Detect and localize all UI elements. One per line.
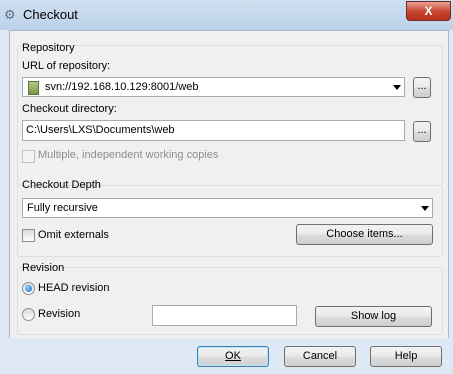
url-value: svn://192.168.10.129:8001/web: [45, 81, 199, 93]
button-bar: OK Cancel Help: [0, 338, 453, 374]
help-button[interactable]: Help: [370, 346, 442, 367]
depth-value: Fully recursive: [27, 202, 98, 214]
show-log-button[interactable]: Show log: [315, 306, 432, 327]
cancel-button[interactable]: Cancel: [284, 346, 356, 367]
omit-externals-label: Omit externals: [38, 229, 109, 241]
depth-combobox[interactable]: Fully recursive: [22, 198, 433, 218]
head-revision-label: HEAD revision: [38, 282, 110, 294]
url-label: URL of repository:: [22, 60, 111, 72]
revision-group-label: Revision: [22, 262, 65, 274]
chevron-down-icon[interactable]: [393, 85, 401, 90]
checkout-depth-group: [17, 185, 443, 257]
revision-number-input[interactable]: [152, 305, 297, 326]
checkout-dir-browse-button[interactable]: ...: [413, 121, 431, 142]
multiple-copies-label: Multiple, independent working copies: [38, 149, 219, 161]
choose-items-button[interactable]: Choose items...: [296, 224, 433, 245]
revision-label: Revision: [38, 308, 81, 320]
multiple-copies-checkbox[interactable]: [22, 150, 35, 163]
close-button[interactable]: X: [406, 1, 451, 21]
ok-button-label: OK: [225, 350, 241, 362]
window-title: Checkout: [23, 7, 78, 22]
url-browse-button[interactable]: ...: [413, 77, 431, 98]
chevron-down-icon[interactable]: [421, 206, 429, 211]
checkout-dir-label: Checkout directory:: [22, 103, 117, 115]
svn-checkout-icon: ⚙: [4, 7, 16, 22]
close-icon: X: [424, 4, 433, 18]
dialog-body: Repository URL of repository: svn://192.…: [9, 30, 449, 339]
checkout-dir-value: C:\Users\LXS\Documents\web: [26, 124, 175, 136]
omit-externals-checkbox[interactable]: [22, 229, 35, 242]
head-revision-radio[interactable]: [22, 282, 35, 295]
checkout-depth-group-label: Checkout Depth: [22, 179, 101, 191]
repository-icon: [28, 81, 39, 95]
checkout-dir-input[interactable]: C:\Users\LXS\Documents\web: [22, 120, 405, 141]
ok-button[interactable]: OK: [197, 346, 269, 367]
radio-selected-dot: [25, 285, 32, 292]
title-bar: ⚙ Checkout X: [0, 0, 453, 30]
url-combobox[interactable]: svn://192.168.10.129:8001/web: [22, 77, 405, 97]
revision-radio[interactable]: [22, 308, 35, 321]
repository-group-label: Repository: [22, 42, 75, 54]
